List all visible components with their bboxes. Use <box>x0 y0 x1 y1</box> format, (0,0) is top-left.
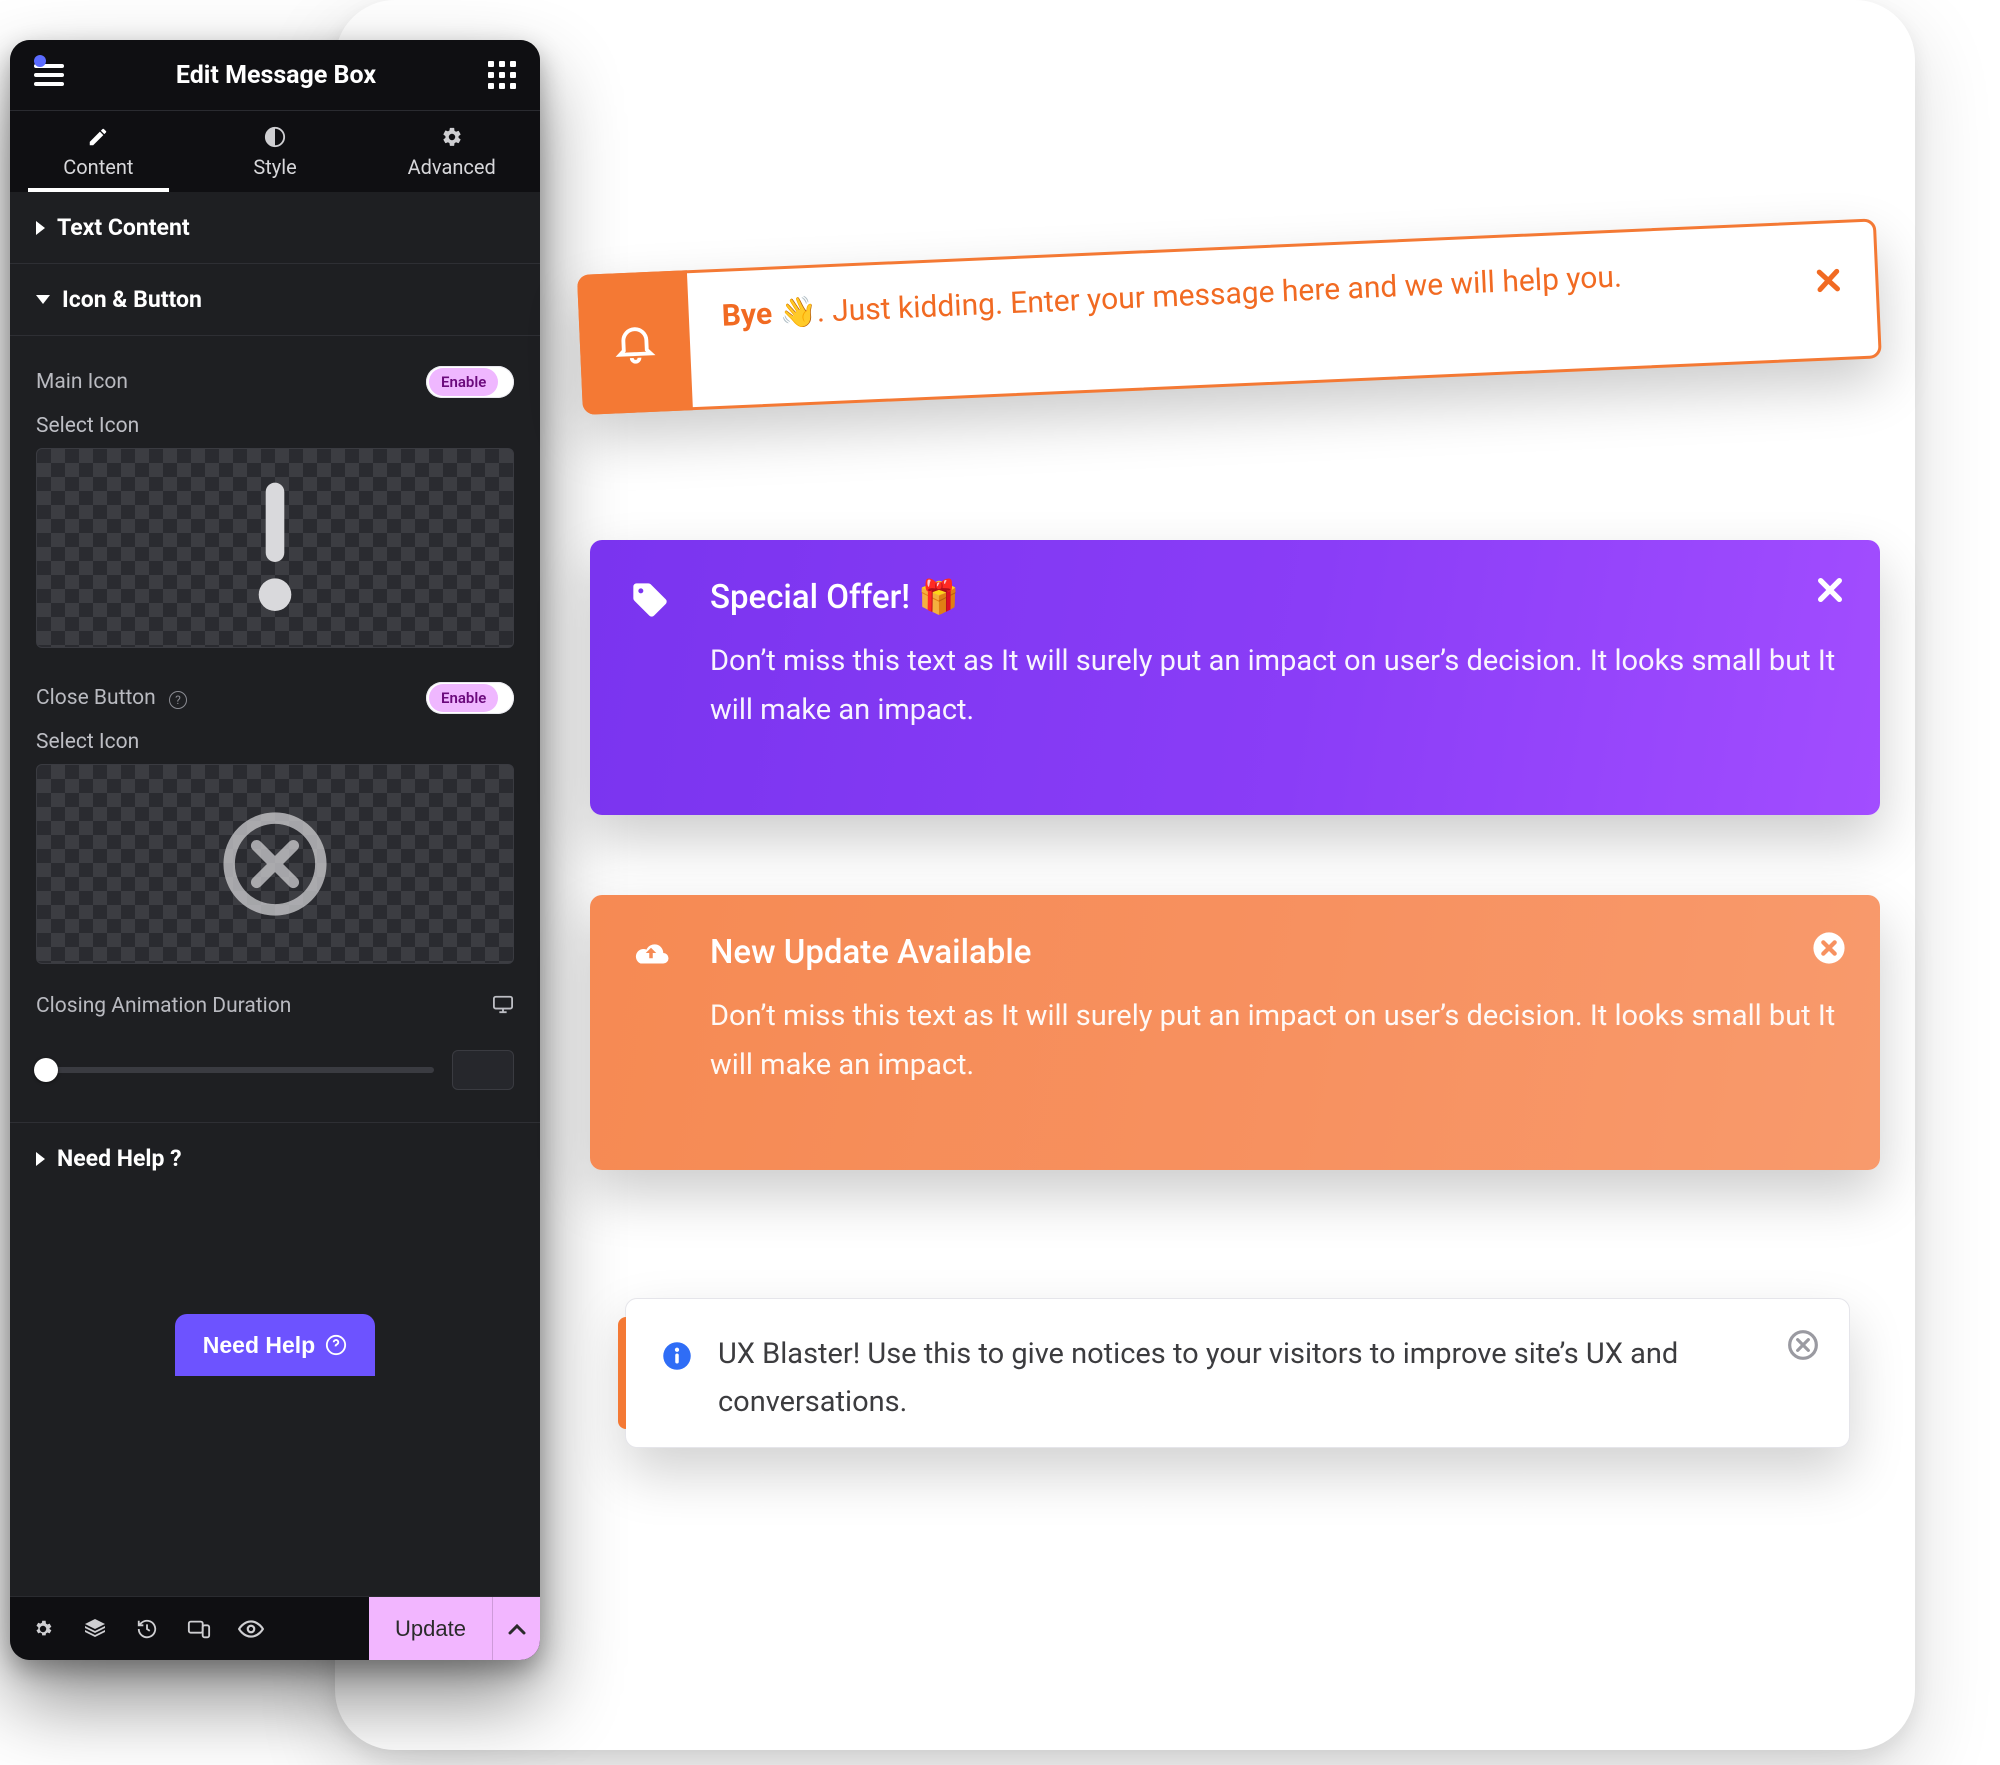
panel-tabs: Content Style Advanced <box>10 110 540 192</box>
icon-picker-close[interactable] <box>36 764 514 964</box>
close-circle-outline-icon <box>1787 1329 1819 1361</box>
layers-icon[interactable] <box>82 1616 108 1642</box>
notification-dot <box>34 55 46 67</box>
closing-anim-value-input[interactable] <box>452 1050 514 1090</box>
message-2-title: Special Offer! 🎁 <box>710 578 1840 617</box>
main-icon-label: Main Icon <box>36 370 128 394</box>
message-3-title: New Update Available <box>710 933 1840 972</box>
toggle-main-icon[interactable]: Enable <box>426 366 514 398</box>
close-circle-icon <box>220 809 330 919</box>
section-need-help-label: Need Help ? <box>57 1145 182 1172</box>
need-help-button[interactable]: Need Help <box>175 1314 375 1376</box>
settings-icon[interactable] <box>30 1616 56 1642</box>
exclamation-icon <box>247 478 303 618</box>
toggle-main-icon-state: Enable <box>429 368 498 396</box>
message-4-text: UX Blaster! Use this to give notices to … <box>718 1331 1759 1427</box>
chevron-up-icon <box>508 1623 526 1635</box>
cloud-upload-icon <box>630 935 672 975</box>
tab-content[interactable]: Content <box>10 111 187 192</box>
wave-emoji: 👋 <box>779 295 818 332</box>
slider-thumb[interactable] <box>34 1058 58 1082</box>
update-caret-button[interactable] <box>492 1597 540 1660</box>
closing-anim-label: Closing Animation Duration <box>36 994 291 1018</box>
message-box-3: New Update Available Don’t miss this tex… <box>590 895 1880 1170</box>
icon-picker-main[interactable] <box>36 448 514 648</box>
section-icon-button-label: Icon & Button <box>62 286 202 313</box>
info-icon <box>662 1341 692 1375</box>
group-icon-button: Main Icon Enable Select Icon Close Butto… <box>10 336 540 1102</box>
caret-right-icon <box>36 221 45 235</box>
message-1-text: Bye 👋. Just kidding. Enter your message … <box>721 248 1776 340</box>
tab-content-label: Content <box>63 155 133 179</box>
gift-emoji: 🎁 <box>918 578 959 617</box>
menu-icon[interactable] <box>34 64 64 86</box>
update-button[interactable]: Update <box>369 1597 492 1660</box>
pencil-icon <box>87 126 109 148</box>
caret-right-icon <box>36 1152 45 1166</box>
panel-header: Edit Message Box <box>10 40 540 110</box>
field-closing-anim: Closing Animation Duration <box>36 982 514 1030</box>
tab-advanced-label: Advanced <box>408 155 496 179</box>
gear-icon <box>441 126 463 148</box>
closing-anim-slider-row <box>36 1030 514 1094</box>
help-hint-icon[interactable]: ? <box>169 691 187 709</box>
history-icon[interactable] <box>134 1616 160 1642</box>
message-4-edge <box>618 1317 626 1429</box>
apps-grid-icon[interactable] <box>488 61 516 89</box>
message-box-2: Special Offer! 🎁 Don’t miss this text as… <box>590 540 1880 815</box>
section-text-content[interactable]: Text Content <box>10 192 540 264</box>
close-icon <box>1814 574 1846 606</box>
responsive-icon[interactable] <box>492 994 514 1018</box>
message-2-title-text: Special Offer! <box>710 578 910 617</box>
caret-down-icon <box>36 295 50 304</box>
section-text-content-label: Text Content <box>57 214 190 241</box>
question-circle-icon <box>325 1334 347 1356</box>
half-circle-icon <box>264 126 286 148</box>
field-main-icon: Main Icon Enable <box>36 354 514 410</box>
message-1-close[interactable] <box>1813 265 1844 300</box>
toggle-close-button[interactable]: Enable <box>426 682 514 714</box>
toggle-close-button-state: Enable <box>429 684 498 712</box>
tag-icon <box>630 580 670 624</box>
panel-footer: Update <box>10 1596 540 1660</box>
close-circle-icon <box>1812 931 1846 965</box>
message-box-4: UX Blaster! Use this to give notices to … <box>625 1298 1850 1448</box>
panel-title: Edit Message Box <box>176 61 376 90</box>
message-4-close[interactable] <box>1787 1329 1819 1365</box>
field-close-button: Close Button ? Enable <box>36 670 514 726</box>
message-3-body: Don’t miss this text as It will surely p… <box>710 992 1840 1091</box>
bell-icon <box>611 319 659 367</box>
close-button-label: Close Button ? <box>36 686 187 710</box>
eye-icon[interactable] <box>238 1616 264 1642</box>
need-help-button-label: Need Help <box>203 1332 315 1359</box>
section-need-help[interactable]: Need Help ? <box>10 1122 540 1194</box>
message-1-bold: Bye <box>721 297 773 334</box>
tab-advanced[interactable]: Advanced <box>363 111 540 192</box>
tab-style[interactable]: Style <box>187 111 364 192</box>
message-2-close[interactable] <box>1814 574 1846 610</box>
close-icon <box>1813 265 1844 296</box>
select-icon-2-label: Select Icon <box>36 726 514 764</box>
tab-style-label: Style <box>253 155 296 179</box>
update-area: Update <box>369 1597 540 1660</box>
message-1-side <box>577 270 693 415</box>
editor-panel: Edit Message Box Content Style Advanced … <box>10 40 540 1660</box>
panel-body: Text Content Icon & Button Main Icon Ena… <box>10 192 540 1596</box>
closing-anim-slider[interactable] <box>36 1067 434 1073</box>
close-button-label-text: Close Button <box>36 686 156 710</box>
select-icon-1-label: Select Icon <box>36 410 514 448</box>
footer-icons <box>10 1597 284 1660</box>
section-icon-button[interactable]: Icon & Button <box>10 264 540 336</box>
message-2-body: Don’t miss this text as It will surely p… <box>710 637 1840 736</box>
message-3-close[interactable] <box>1812 931 1846 969</box>
message-1-rest: . Just kidding. Enter your message here … <box>816 260 1622 330</box>
devices-icon[interactable] <box>186 1616 212 1642</box>
